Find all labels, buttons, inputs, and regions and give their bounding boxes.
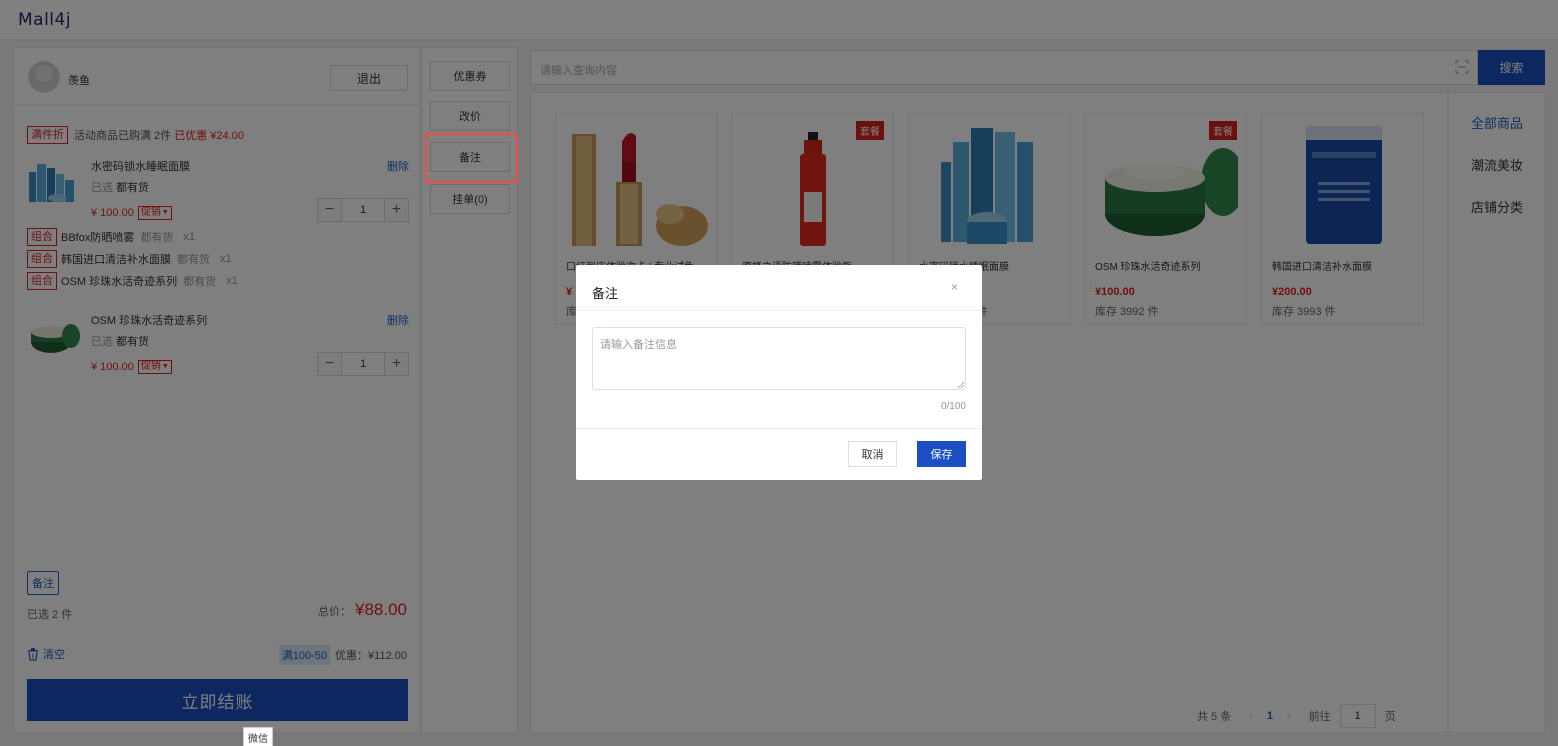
save-button[interactable]: 保存	[917, 441, 966, 467]
char-counter: 0/100	[940, 401, 966, 412]
remark-button-highlight	[425, 133, 518, 183]
divider	[576, 428, 982, 429]
close-icon[interactable]: ×	[951, 280, 958, 294]
dialog-title: 备注	[592, 286, 619, 301]
resize-grip-icon[interactable]	[957, 381, 965, 389]
divider	[576, 310, 982, 311]
tooltip: 微信	[243, 727, 273, 746]
remark-dialog: 备注 × 0/100 取消 保存	[576, 265, 982, 480]
cancel-button[interactable]: 取消	[848, 441, 897, 467]
remark-textarea[interactable]	[592, 327, 966, 390]
